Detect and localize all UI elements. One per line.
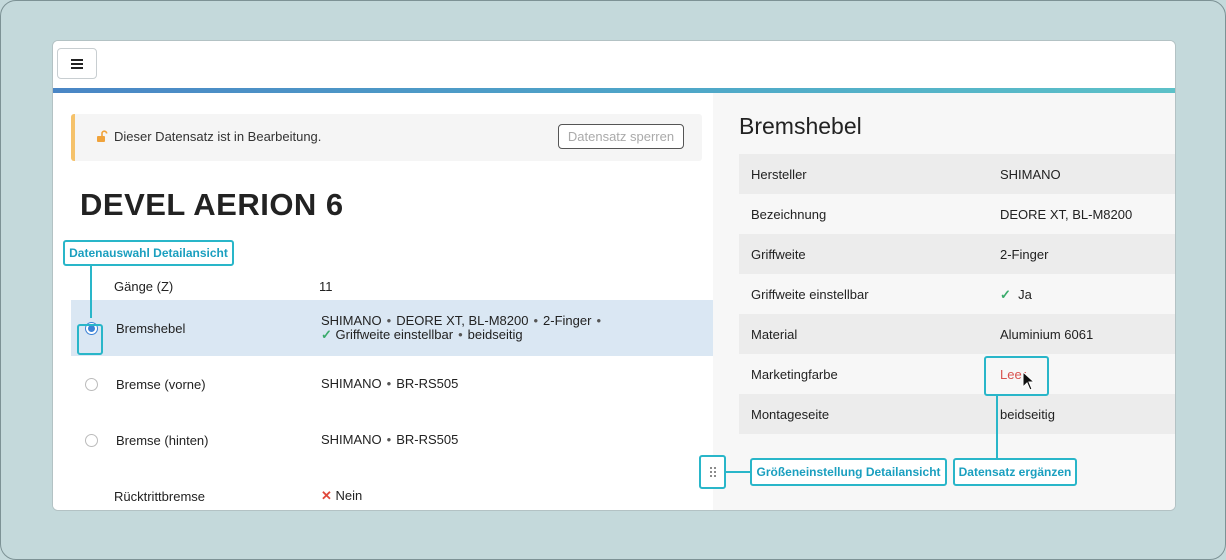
x-icon: ✕ [321, 488, 332, 503]
callout-connector [726, 471, 750, 473]
app-window: Dieser Datensatz ist in Bearbeitung. Dat… [52, 40, 1176, 511]
check-icon: ✓ [1000, 287, 1011, 302]
value-part: beidseitig [467, 327, 523, 342]
value-part: SHIMANO [321, 376, 382, 391]
detail-label: Bezeichnung [751, 207, 827, 222]
detail-title: Bremshebel [739, 113, 862, 139]
menu-button[interactable] [57, 48, 97, 79]
value-part: SHIMANO [321, 313, 382, 328]
value-part: BR-RS505 [396, 376, 459, 391]
row-label: Bremse (hinten) [116, 433, 209, 448]
detail-label: Griffweite einstellbar [751, 287, 869, 302]
row-value: SHIMANO • DEORE XT, BL-M8200 • 2-Finger • ✓ G… [321, 313, 601, 342]
row-label: Bremshebel [116, 321, 186, 336]
mouse-pointer-icon [1022, 371, 1036, 391]
row-value: SHIMANO • BR-RS505 [321, 432, 459, 447]
detail-value: beidseitig [1000, 407, 1055, 422]
notice-text: Dieser Datensatz ist in Bearbeitung. [114, 129, 322, 144]
table-row[interactable]: Rücktrittbremse ✕ Nein [71, 468, 713, 510]
row-radio[interactable] [85, 434, 98, 447]
callout-complete-record: Datensatz ergänzen [953, 458, 1077, 486]
detail-value: Aluminium 6061 [1000, 327, 1094, 342]
callout-connector [996, 396, 998, 458]
table-row-selected[interactable]: Bremshebel SHIMANO • DEORE XT, BL-M8200 • 2-… [71, 300, 713, 356]
detail-row: Bezeichnung DEORE XT, BL-M8200 [739, 194, 1175, 234]
value-part: SHIMANO [321, 432, 382, 447]
lock-record-button[interactable]: Datensatz sperren [558, 124, 684, 149]
callout-resize: Größeneinstellung Detailansicht [750, 458, 947, 486]
callout-connector [90, 266, 92, 318]
record-panel: Dieser Datensatz ist in Bearbeitung. Dat… [53, 93, 713, 510]
detail-row: Hersteller SHIMANO [739, 154, 1175, 194]
check-icon: ✓ [321, 327, 332, 342]
resize-handle[interactable] [699, 455, 726, 489]
row-value: ✕ Nein [321, 488, 363, 503]
callout-data-selection: Datenauswahl Detailansicht [63, 240, 234, 266]
detail-label: Marketingfarbe [751, 367, 838, 382]
table-row[interactable]: Bremse (hinten) SHIMANO • BR-RS505 [71, 412, 713, 468]
record-title: DEVEL AERION 6 [80, 187, 344, 222]
row-label: Gänge (Z) [114, 279, 174, 294]
detail-row: Griffweite einstellbar ✓ Ja [739, 274, 1175, 314]
detail-value: SHIMANO [1000, 167, 1061, 182]
top-bar [53, 41, 1175, 88]
value-part: BR-RS505 [396, 432, 459, 447]
detail-row: Montageseite beidseitig [739, 394, 1175, 434]
detail-value: DEORE XT, BL-M8200 [1000, 207, 1133, 222]
value-part: Griffweite einstellbar [335, 327, 454, 342]
unlock-icon [97, 130, 108, 142]
table-row[interactable]: Bremse (vorne) SHIMANO • BR-RS505 [71, 356, 713, 412]
row-value: 11 [319, 279, 333, 294]
value-part: 2-Finger [543, 313, 592, 328]
detail-label: Material [751, 327, 798, 342]
empty-value-highlight [984, 356, 1049, 396]
edit-notice: Dieser Datensatz ist in Bearbeitung. Dat… [71, 114, 702, 161]
detail-value: ✓ Ja [1000, 287, 1032, 302]
row-radio[interactable] [85, 378, 98, 391]
row-label: Rücktrittbremse [114, 489, 206, 504]
row-label: Bremse (vorne) [116, 377, 206, 392]
detail-label: Griffweite [751, 247, 806, 262]
hamburger-icon [71, 58, 83, 69]
detail-row: Griffweite 2-Finger [739, 234, 1175, 274]
detail-value: 2-Finger [1000, 247, 1049, 262]
drag-handle-icon [710, 467, 716, 477]
row-value: SHIMANO • BR-RS505 [321, 376, 459, 391]
detail-label: Hersteller [751, 167, 807, 182]
detail-panel: Bremshebel Hersteller SHIMANO Bezeichnung… [713, 93, 1175, 510]
detail-label: Montageseite [751, 407, 830, 422]
detail-row: Marketingfarbe Leer [739, 354, 1175, 394]
detail-row: Material Aluminium 6061 [739, 314, 1175, 354]
radio-highlight [77, 324, 103, 355]
value-part: DEORE XT, BL-M8200 [396, 313, 529, 328]
